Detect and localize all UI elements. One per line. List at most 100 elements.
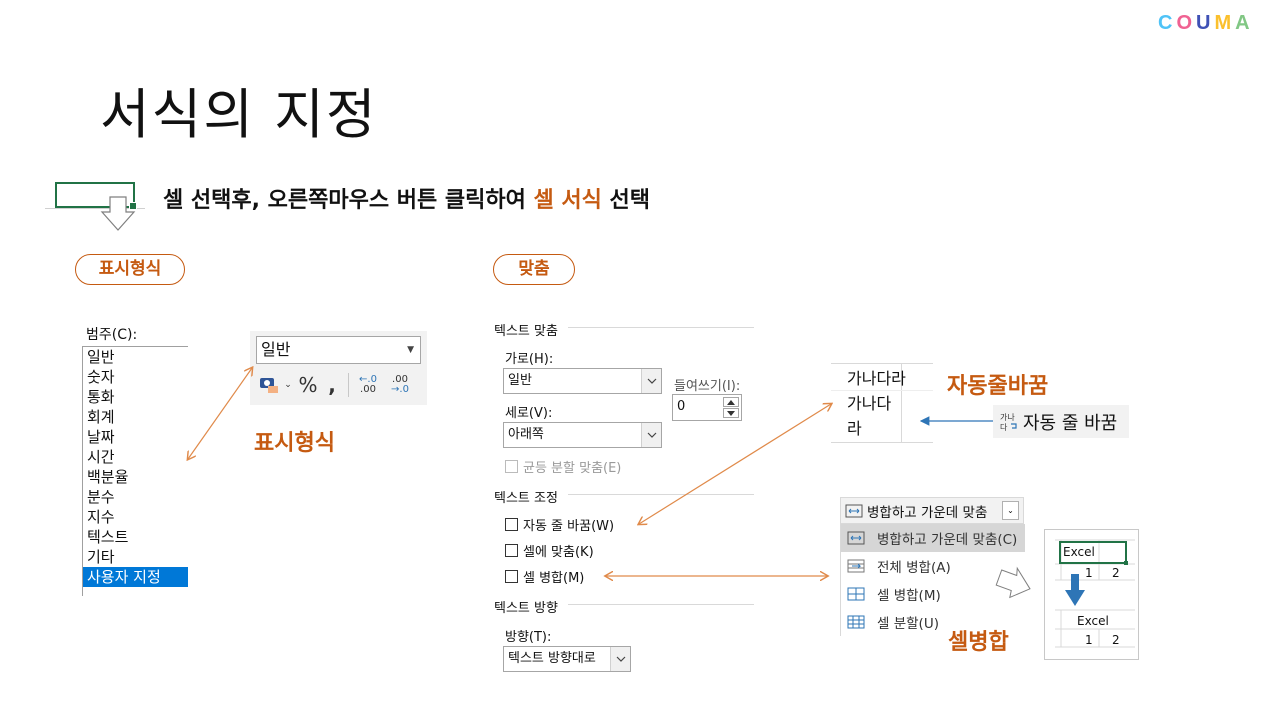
excel-before-value: 2 xyxy=(1112,566,1120,580)
increase-decimal-bottom: .00 xyxy=(360,384,376,395)
wrap-text-icon: 가나다 xyxy=(1000,413,1017,432)
section-divider xyxy=(568,604,754,605)
brand-letter: M xyxy=(1214,12,1236,34)
merge-menu-item-label: 셀 분할(U) xyxy=(877,616,939,632)
indent-value: 0 xyxy=(677,399,686,414)
checkbox-box xyxy=(505,569,518,583)
chevron-down-icon[interactable]: ⌄ xyxy=(1002,501,1019,520)
wrap-text-button[interactable]: 가나 다 자동 줄 바꿈 xyxy=(993,405,1129,438)
increase-decimal-button[interactable]: ←.0 .00 xyxy=(355,372,381,398)
horizontal-label: 가로(H): xyxy=(505,352,554,367)
wrap-line: 가나다 xyxy=(847,394,892,413)
merge-menu-item[interactable]: 전체 병합(A) xyxy=(841,552,1025,580)
wrap-text-button-label: 자동 줄 바꿈 xyxy=(1023,412,1118,434)
svg-text:가나: 가나 xyxy=(1000,413,1015,422)
vertical-value: 아래쪽 xyxy=(508,427,544,442)
down-arrow-icon xyxy=(100,196,136,231)
section-pill-number-format: 표시형식 xyxy=(75,254,185,285)
svg-text:다: 다 xyxy=(1000,423,1008,432)
brand-letter: U xyxy=(1196,12,1215,34)
merge-menu-item-label: 전체 병합(A) xyxy=(877,560,951,576)
vertical-label: 세로(V): xyxy=(505,406,553,421)
indent-spinner[interactable]: 0 xyxy=(672,394,742,421)
horizontal-select[interactable]: 일반 xyxy=(503,368,662,394)
brand-letter: A xyxy=(1235,12,1254,34)
text-control-title: 텍스트 조정 xyxy=(494,491,558,506)
chevron-down-icon xyxy=(641,369,661,393)
justify-distributed-label: 균등 분할 맞춤(E) xyxy=(523,460,622,476)
vertical-select[interactable]: 아래쪽 xyxy=(503,422,662,448)
spin-down-icon[interactable] xyxy=(723,408,739,418)
direction-value: 텍스트 방향대로 xyxy=(508,651,596,666)
accounting-format-icon[interactable] xyxy=(256,372,282,398)
instruction-highlight: 셀 서식 xyxy=(533,188,602,213)
category-item[interactable]: 날짜 xyxy=(83,427,188,447)
merge-cells-label: 셀 병합(M) xyxy=(523,570,585,586)
wrap-line: 가나다라 xyxy=(847,369,906,388)
category-item[interactable]: 텍스트 xyxy=(83,527,188,547)
chevron-down-icon xyxy=(610,647,630,671)
wrap-line: 라 xyxy=(847,419,862,438)
category-item[interactable]: 기타 xyxy=(83,547,188,567)
checkbox-box xyxy=(505,517,518,531)
direction-label: 방향(T): xyxy=(505,630,552,645)
spin-up-icon[interactable] xyxy=(723,397,739,407)
shrink-to-fit-checkbox[interactable]: 셀에 맞춤(K) xyxy=(505,541,594,560)
checkbox-box xyxy=(505,459,518,473)
decrease-decimal-button[interactable]: .00 →.0 xyxy=(385,372,415,398)
instruction-text: 셀 선택후, 오른쪽마우스 버튼 클릭하여 셀 서식 선택 xyxy=(163,182,650,214)
merge-example: Excel 1 2 Excel 1 2 xyxy=(1044,529,1139,660)
number-format-buttons: ⌄ % , ←.0 .00 .00 →.0 xyxy=(256,372,415,398)
excel-after-value: 1 xyxy=(1085,633,1093,647)
number-format-label: 표시형식 xyxy=(254,431,335,456)
category-item[interactable]: 일반 xyxy=(83,347,188,367)
category-item[interactable]: 통화 xyxy=(83,387,188,407)
checkbox-box xyxy=(505,543,518,557)
category-item[interactable]: 숫자 xyxy=(83,367,188,387)
category-item[interactable]: 지수 xyxy=(83,507,188,527)
direction-select[interactable]: 텍스트 방향대로 xyxy=(503,646,631,672)
merge-menu-item[interactable]: 병합하고 가운데 맞춤(C) xyxy=(841,524,1025,552)
excel-after-value: 2 xyxy=(1112,633,1120,647)
merge-center-icon xyxy=(841,504,867,518)
wrap-text-checkbox[interactable]: 자동 줄 바꿈(W) xyxy=(505,515,615,534)
justify-distributed-checkbox[interactable]: 균등 분할 맞춤(E) xyxy=(505,457,622,476)
merge-cells-checkbox[interactable]: 셀 병합(M) xyxy=(505,567,585,586)
excel-after-text: Excel xyxy=(1077,614,1109,628)
number-format-value: 일반 xyxy=(261,340,291,359)
wrap-text-label: 자동 줄 바꿈(W) xyxy=(523,518,615,534)
category-item[interactable]: 회계 xyxy=(83,407,188,427)
page-title: 서식의 지정 xyxy=(100,83,378,146)
merge-center-label: 병합하고 가운데 맞춤 xyxy=(867,504,988,521)
comma-style-button[interactable]: , xyxy=(322,372,342,398)
percent-style-button[interactable]: % xyxy=(294,372,322,398)
merge-center-icon xyxy=(841,531,871,545)
category-item[interactable]: 분수 xyxy=(83,487,188,507)
excel-before-value: 1 xyxy=(1085,566,1093,580)
text-direction-title: 텍스트 방향 xyxy=(494,601,558,616)
double-arrow-wrap xyxy=(639,404,831,524)
merge-dropdown-menu: 병합하고 가운데 맞춤(C) 전체 병합(A) 셀 병합(M) 셀 분할(U) xyxy=(840,524,1025,636)
merge-menu-item[interactable]: 셀 병합(M) xyxy=(841,580,1025,608)
category-item[interactable]: 백분율 xyxy=(83,467,188,487)
brand-letter: O xyxy=(1176,12,1197,34)
chevron-down-icon[interactable]: ⌄ xyxy=(282,372,294,398)
category-label: 범주(C): xyxy=(86,327,138,343)
category-item[interactable]: 사용자 지정 xyxy=(83,567,188,587)
instruction-after: 선택 xyxy=(601,188,651,213)
section-pill-alignment: 맞춤 xyxy=(493,254,575,285)
wrap-label: 자동줄바꿈 xyxy=(947,374,1049,399)
decrease-decimal-bottom: →.0 xyxy=(391,384,409,395)
category-item[interactable]: 시간 xyxy=(83,447,188,467)
horizontal-value: 일반 xyxy=(508,373,532,388)
merge-across-icon xyxy=(841,559,871,573)
merge-menu-item-label: 병합하고 가운데 맞춤(C) xyxy=(877,532,1018,548)
double-arrow-number-format xyxy=(188,368,252,459)
merge-cells-icon xyxy=(841,587,871,601)
number-format-select[interactable]: 일반 ▼ xyxy=(256,336,421,364)
section-divider xyxy=(568,494,754,495)
merge-center-button[interactable]: 병합하고 가운데 맞춤 ⌄ xyxy=(840,497,1024,524)
category-list[interactable]: 일반 숫자 통화 회계 날짜 시간 백분율 분수 지수 텍스트 기타 사용자 지정 xyxy=(82,346,188,596)
brand-logo: COUMA xyxy=(1158,12,1254,35)
wrap-demo-text: 가나다라 가나다 라 xyxy=(847,366,906,441)
